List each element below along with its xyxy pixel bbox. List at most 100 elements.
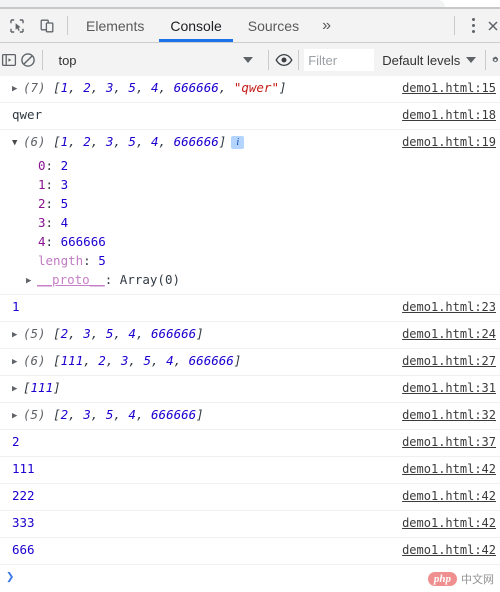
array-length-row[interactable]: length: 5	[0, 251, 500, 270]
console-message-row[interactable]: ▶ (6) [111, 2, 3, 5, 4, 666666] demo1.htm…	[0, 349, 500, 376]
object-property-row[interactable]: 3: 4	[0, 213, 500, 232]
filter-input[interactable]	[304, 49, 375, 71]
array-count: (6)	[23, 134, 46, 149]
log-number: 2	[12, 434, 20, 449]
source-link[interactable]: demo1.html:18	[402, 106, 500, 124]
execution-context-selector[interactable]: top	[48, 43, 263, 77]
object-property-row[interactable]: 4: 666666	[0, 232, 500, 251]
console-toolbar-divider-1	[42, 50, 44, 70]
source-link[interactable]: demo1.html:15	[402, 79, 500, 97]
devtools-tab-bar: Elements Console Sources »	[0, 9, 500, 43]
tab-console[interactable]: Console	[157, 9, 234, 42]
array-open-bracket: [	[53, 326, 61, 341]
main-menu-icon[interactable]	[460, 9, 486, 42]
source-link[interactable]: demo1.html:42	[402, 541, 500, 559]
array-item-string: "qwer"	[233, 80, 279, 95]
console-message-row[interactable]: ▼ (6) [1, 2, 3, 5, 4, 666666] i demo1.html…	[0, 130, 500, 156]
close-devtools-icon[interactable]	[486, 9, 500, 42]
property-key: 1	[38, 177, 46, 192]
more-tabs-icon[interactable]: »	[312, 9, 341, 42]
array-item: 666666	[188, 353, 234, 368]
expand-triangle-icon[interactable]: ▶	[12, 80, 23, 98]
array-close-bracket: ]	[278, 80, 287, 95]
collapse-triangle-icon[interactable]: ▼	[12, 134, 23, 152]
live-expression-icon[interactable]	[274, 43, 293, 77]
console-message-row[interactable]: 222 demo1.html:42	[0, 484, 500, 511]
console-message-row[interactable]: ▶ (5) [2, 3, 5, 4, 666666] demo1.html:24	[0, 322, 500, 349]
property-key: 3	[38, 215, 46, 230]
console-message-row[interactable]: qwer demo1.html:18	[0, 103, 500, 130]
source-link[interactable]: demo1.html:42	[402, 460, 500, 478]
tab-sources[interactable]: Sources	[235, 9, 312, 42]
source-link[interactable]: demo1.html:31	[402, 379, 500, 397]
console-message-row[interactable]: 2 demo1.html:37	[0, 430, 500, 457]
console-message-row[interactable]: ▶ (7) [1, 2, 3, 5, 4, 666666, "qwer"] dem…	[0, 76, 500, 103]
console-prompt[interactable]: ❯	[0, 565, 500, 592]
expand-triangle-icon[interactable]: ▶	[12, 380, 23, 398]
console-message-group: ▼ (6) [1, 2, 3, 5, 4, 666666] i demo1.html…	[0, 130, 500, 295]
log-levels-selector[interactable]: Default levels	[374, 43, 480, 77]
log-text: qwer	[12, 107, 43, 122]
array-item: 5	[143, 353, 151, 368]
console-message-content: 222	[0, 487, 402, 505]
array-count: (5)	[23, 326, 46, 341]
source-link[interactable]: demo1.html:27	[402, 352, 500, 370]
object-property-row[interactable]: 1: 3	[0, 175, 500, 194]
tab-elements[interactable]: Elements	[73, 9, 157, 42]
source-link[interactable]: demo1.html:23	[402, 298, 500, 316]
tab-sources-label: Sources	[247, 17, 300, 34]
array-close-bracket: ]	[196, 326, 204, 341]
console-message-row[interactable]: 111 demo1.html:42	[0, 457, 500, 484]
console-message-content: ▶ (5) [2, 3, 5, 4, 666666]	[0, 406, 402, 425]
inspect-element-icon[interactable]	[2, 9, 32, 42]
source-link[interactable]: demo1.html:32	[402, 406, 500, 424]
source-link[interactable]: demo1.html:24	[402, 325, 500, 343]
toolbar-divider-right	[454, 16, 455, 35]
chevron-down-icon-levels	[466, 57, 477, 63]
property-value: 2	[60, 158, 69, 173]
console-message-row[interactable]: 1 demo1.html:23	[0, 295, 500, 322]
expand-triangle-icon[interactable]: ▶	[12, 353, 23, 371]
log-levels-label: Default levels	[382, 52, 461, 68]
console-message-row[interactable]: 666 demo1.html:42	[0, 538, 500, 565]
log-number: 222	[12, 488, 35, 503]
expand-triangle-icon-proto[interactable]: ▶	[26, 272, 37, 291]
array-item: 2	[83, 134, 91, 149]
console-settings-icon[interactable]	[491, 43, 500, 77]
info-badge-icon[interactable]: i	[231, 136, 245, 149]
log-number: 111	[12, 461, 35, 476]
console-sidebar-icon[interactable]	[0, 43, 19, 77]
proto-row[interactable]: ▶ __proto__: Array(0)	[0, 270, 500, 291]
log-number: 666	[12, 542, 35, 557]
console-message-content: 111	[0, 460, 402, 478]
clear-console-icon[interactable]	[19, 43, 38, 77]
more-tabs-label: »	[322, 16, 331, 34]
console-message-content: ▶ (7) [1, 2, 3, 5, 4, 666666, "qwer"]	[0, 79, 402, 98]
watermark: php 中文网	[427, 571, 494, 587]
array-item: 5	[128, 80, 136, 95]
property-key: 2	[38, 196, 46, 211]
console-message-list[interactable]: ▶ (7) [1, 2, 3, 5, 4, 666666, "qwer"] dem…	[0, 76, 500, 592]
object-property-row[interactable]: 0: 2	[0, 156, 500, 175]
proto-value: Array(0)	[119, 272, 181, 287]
array-close-bracket: ]	[233, 353, 242, 368]
source-link[interactable]: demo1.html:42	[402, 487, 500, 505]
console-message-row[interactable]: 333 demo1.html:42	[0, 511, 500, 538]
array-item: 666666	[173, 80, 219, 95]
device-toolbar-icon[interactable]	[32, 9, 62, 42]
console-message-content: 333	[0, 514, 402, 532]
expand-triangle-icon[interactable]: ▶	[12, 407, 23, 425]
expand-triangle-icon[interactable]: ▶	[12, 326, 23, 344]
source-link[interactable]: demo1.html:42	[402, 514, 500, 532]
console-message-content: qwer	[0, 106, 402, 124]
console-message-row[interactable]: ▶ (5) [2, 3, 5, 4, 666666] demo1.html:32	[0, 403, 500, 430]
console-message-content: 2	[0, 433, 402, 451]
source-link[interactable]: demo1.html:19	[402, 133, 500, 151]
array-count: (7)	[23, 80, 46, 95]
object-property-row[interactable]: 2: 5	[0, 194, 500, 213]
console-message-row[interactable]: ▶ [111] demo1.html:31	[0, 376, 500, 403]
proto-key: __proto__	[37, 272, 105, 287]
console-message-content: ▶ (6) [111, 2, 3, 5, 4, 666666]	[0, 352, 402, 371]
source-link[interactable]: demo1.html:37	[402, 433, 500, 451]
array-open-bracket: [	[53, 353, 61, 368]
